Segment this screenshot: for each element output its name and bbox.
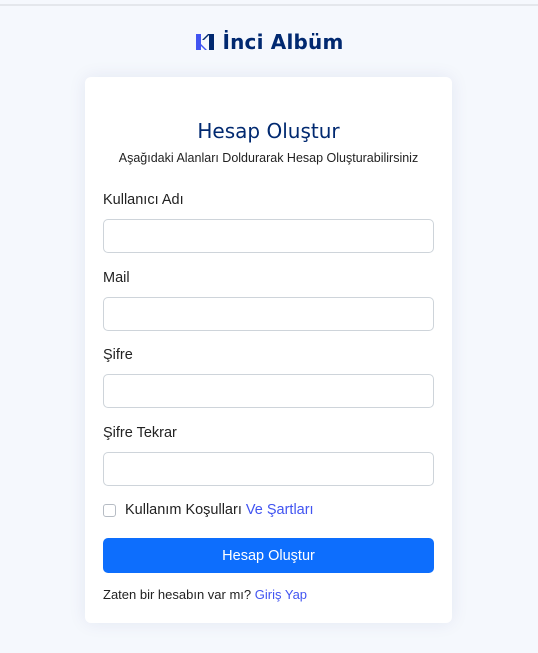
top-border [0, 4, 538, 6]
login-prompt: Zaten bir hesabın var mı? Giriş Yap [103, 587, 307, 602]
terms-label[interactable]: Kullanım Koşulları [125, 502, 242, 518]
username-label: Kullanıcı Adı [103, 192, 184, 208]
username-input[interactable] [103, 219, 434, 253]
terms-link[interactable]: Ve Şartları [246, 502, 314, 518]
create-account-button[interactable]: Hesap Oluştur [103, 538, 434, 573]
brand-logo[interactable]: İnci Albüm [0, 30, 538, 54]
mail-input[interactable] [103, 297, 434, 331]
password-repeat-label: Şifre Tekrar [103, 425, 177, 441]
terms-row: Kullanım Koşulları Ve Şartları [103, 502, 314, 518]
terms-checkbox[interactable] [103, 503, 116, 517]
login-prompt-text: Zaten bir hesabın var mı? [103, 587, 252, 602]
page-title: Hesap Oluştur [197, 119, 340, 143]
password-input[interactable] [103, 374, 434, 408]
brand-name: İnci Albüm [222, 30, 344, 54]
password-label: Şifre [103, 347, 133, 363]
brand-logo-icon [196, 34, 215, 50]
page-subtitle: Aşağıdaki Alanları Doldurarak Hesap Oluş… [118, 151, 419, 165]
mail-label: Mail [103, 270, 130, 286]
login-link[interactable]: Giriş Yap [255, 587, 307, 602]
register-card: Hesap Oluştur Aşağıdaki Alanları Doldura… [85, 77, 452, 623]
password-repeat-input[interactable] [103, 452, 434, 486]
